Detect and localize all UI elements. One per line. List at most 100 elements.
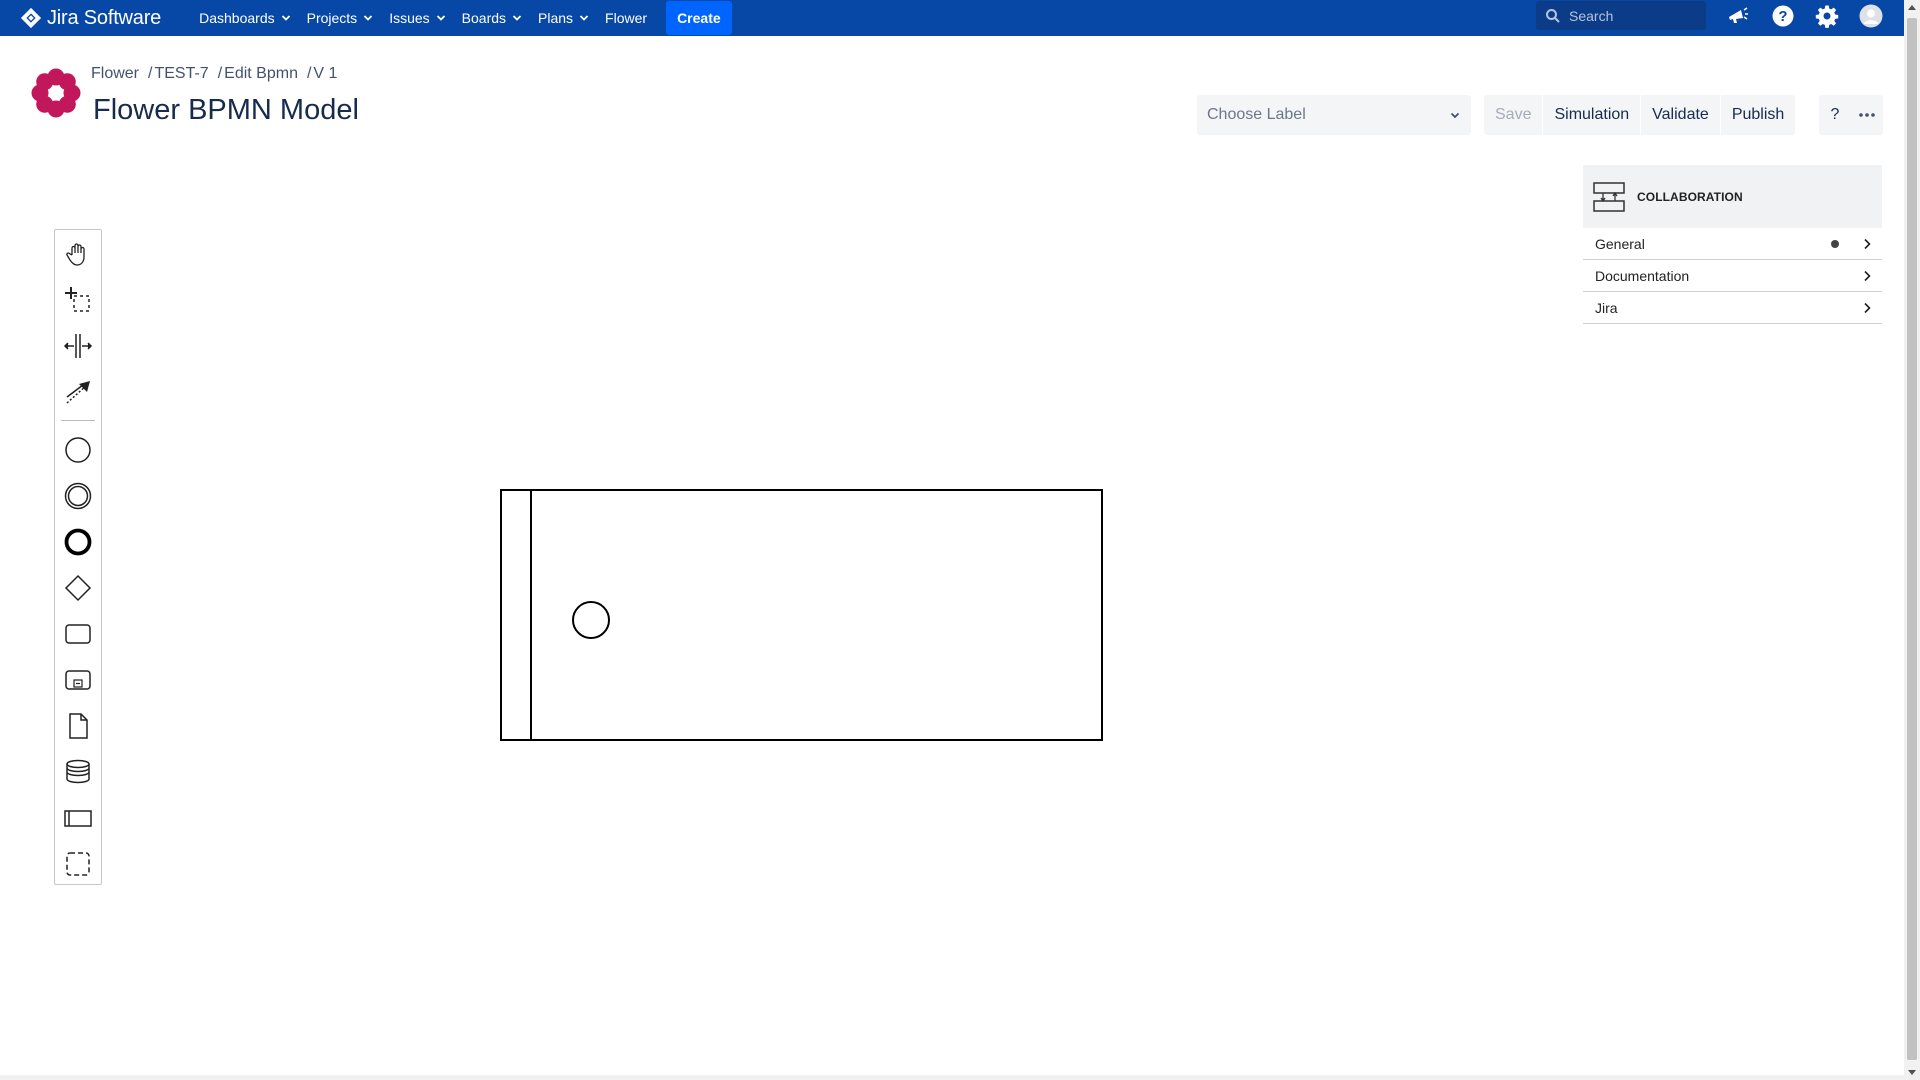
scroll-up-arrow-icon[interactable] — [1908, 5, 1916, 10]
data-object-icon — [69, 713, 88, 739]
collaboration-icon — [1593, 181, 1625, 212]
global-connect-tool[interactable] — [55, 372, 101, 412]
help-menu-toolbar: ? — [1819, 95, 1883, 135]
settings-icon — [1815, 5, 1839, 28]
horizontal-scrollbar-track — [0, 1075, 1904, 1080]
lasso-tool-icon — [65, 287, 90, 312]
intermediate-event-icon — [64, 482, 92, 510]
create-button[interactable]: Create — [666, 1, 732, 35]
chevron-down-icon — [1450, 112, 1460, 119]
pool-participant-icon — [64, 810, 92, 827]
properties-group-general[interactable]: General — [1583, 228, 1882, 260]
bpmn-palette — [54, 229, 102, 885]
lasso-tool[interactable] — [55, 280, 101, 320]
hand-tool-icon — [66, 243, 85, 266]
create-gateway[interactable] — [55, 568, 101, 608]
notifications-button[interactable] — [1725, 3, 1751, 29]
search-input[interactable]: Search — [1536, 1, 1706, 30]
breadcrumb-separator: / — [148, 65, 153, 82]
breadcrumb-version[interactable]: V 1 — [313, 65, 337, 83]
properties-group-label: Jira — [1595, 299, 1618, 316]
palette-separator — [61, 420, 95, 421]
nav-plans[interactable]: Plans — [530, 0, 597, 36]
hand-tool[interactable] — [55, 234, 101, 274]
nav-flower-label: Flower — [605, 10, 648, 26]
search-icon — [1546, 8, 1560, 23]
brand-name: Jira Software — [47, 6, 162, 29]
create-pool-participant[interactable] — [55, 798, 101, 838]
choose-label-placeholder: Choose Label — [1207, 106, 1306, 123]
start-event-icon — [65, 437, 91, 463]
breadcrumb-edit-bpmn[interactable]: Edit Bpmn — [224, 65, 298, 83]
space-tool-icon — [63, 334, 93, 358]
create-data-object[interactable] — [55, 706, 101, 746]
settings-button[interactable] — [1814, 3, 1840, 29]
profile-button[interactable] — [1858, 3, 1884, 29]
svg-text:?: ? — [1778, 8, 1787, 25]
properties-group-documentation[interactable]: Documentation — [1583, 260, 1882, 292]
scrollbar-thumb[interactable] — [1907, 18, 1917, 1060]
nav-boards-label: Boards — [461, 10, 507, 26]
help-button[interactable]: ? — [1770, 3, 1796, 29]
create-start-event[interactable] — [55, 430, 101, 470]
properties-group-label: Documentation — [1595, 267, 1690, 284]
chevron-down-icon — [281, 15, 290, 21]
chevron-right-icon — [1864, 238, 1871, 249]
nav-projects-label: Projects — [306, 10, 358, 26]
subprocess-icon — [65, 670, 91, 690]
search-placeholder: Search — [1569, 7, 1614, 24]
create-intermediate-event[interactable] — [55, 476, 101, 516]
task-icon — [65, 624, 91, 644]
scroll-down-arrow-icon[interactable] — [1908, 1070, 1916, 1075]
nav-menu: Dashboards Projects Issues Boards Plans … — [191, 0, 732, 36]
breadcrumb-issue[interactable]: TEST-7 — [154, 65, 208, 83]
vertical-scrollbar[interactable] — [1904, 0, 1920, 1080]
breadcrumb-flower[interactable]: Flower — [91, 65, 139, 83]
help-icon: ? — [1772, 5, 1794, 27]
data-store-icon — [66, 759, 90, 784]
nav-issues[interactable]: Issues — [381, 0, 453, 36]
properties-group-jira[interactable]: Jira — [1583, 292, 1882, 324]
element-type-label: COLLABORATION — [1637, 189, 1743, 204]
profile-avatar-icon — [1859, 4, 1883, 28]
bpmn-canvas — [500, 489, 1103, 741]
chevron-down-icon — [579, 15, 589, 21]
flower-logo-icon — [31, 68, 81, 118]
chevron-down-icon — [364, 15, 373, 21]
save-button[interactable]: Save — [1484, 95, 1544, 135]
breadcrumb: Flower / TEST-7 / Edit Bpmn / V 1 — [91, 65, 337, 83]
end-event-icon — [64, 528, 92, 556]
create-data-store[interactable] — [55, 752, 101, 792]
validate-button[interactable]: Validate — [1641, 95, 1721, 135]
properties-panel-header: COLLABORATION — [1583, 165, 1882, 228]
create-subprocess[interactable] — [55, 660, 101, 700]
nav-dashboards-label: Dashboards — [199, 10, 275, 26]
simulation-button[interactable]: Simulation — [1543, 95, 1642, 135]
start-event[interactable] — [572, 601, 610, 639]
publish-button[interactable]: Publish — [1721, 95, 1795, 135]
properties-panel: COLLABORATION General Documentation Jira — [1583, 165, 1882, 324]
model-actions-toolbar: Save Simulation Validate Publish — [1484, 95, 1796, 135]
create-group[interactable] — [55, 844, 101, 884]
space-tool[interactable] — [55, 326, 101, 366]
nav-projects[interactable]: Projects — [299, 0, 382, 36]
more-actions-button[interactable] — [1851, 95, 1883, 135]
nav-dashboards[interactable]: Dashboards — [191, 0, 299, 36]
nav-flower[interactable]: Flower — [597, 0, 655, 36]
pool-participant[interactable] — [500, 489, 1103, 741]
chevron-down-icon — [512, 15, 522, 21]
help-question-button[interactable]: ? — [1819, 95, 1851, 135]
chevron-right-icon — [1864, 270, 1871, 281]
chevron-right-icon — [1864, 302, 1871, 313]
global-connect-tool-icon — [66, 381, 90, 404]
choose-label-select[interactable]: Choose Label — [1197, 95, 1471, 135]
nav-boards[interactable]: Boards — [454, 0, 530, 36]
jira-brand[interactable]: Jira Software — [20, 0, 161, 36]
page-title: Flower BPMN Model — [93, 94, 359, 126]
create-end-event[interactable] — [55, 522, 101, 562]
group-icon — [66, 852, 90, 876]
data-indicator-dot — [1831, 239, 1839, 248]
more-icon — [1859, 113, 1875, 117]
create-task[interactable] — [55, 614, 101, 654]
nav-plans-label: Plans — [538, 10, 574, 26]
